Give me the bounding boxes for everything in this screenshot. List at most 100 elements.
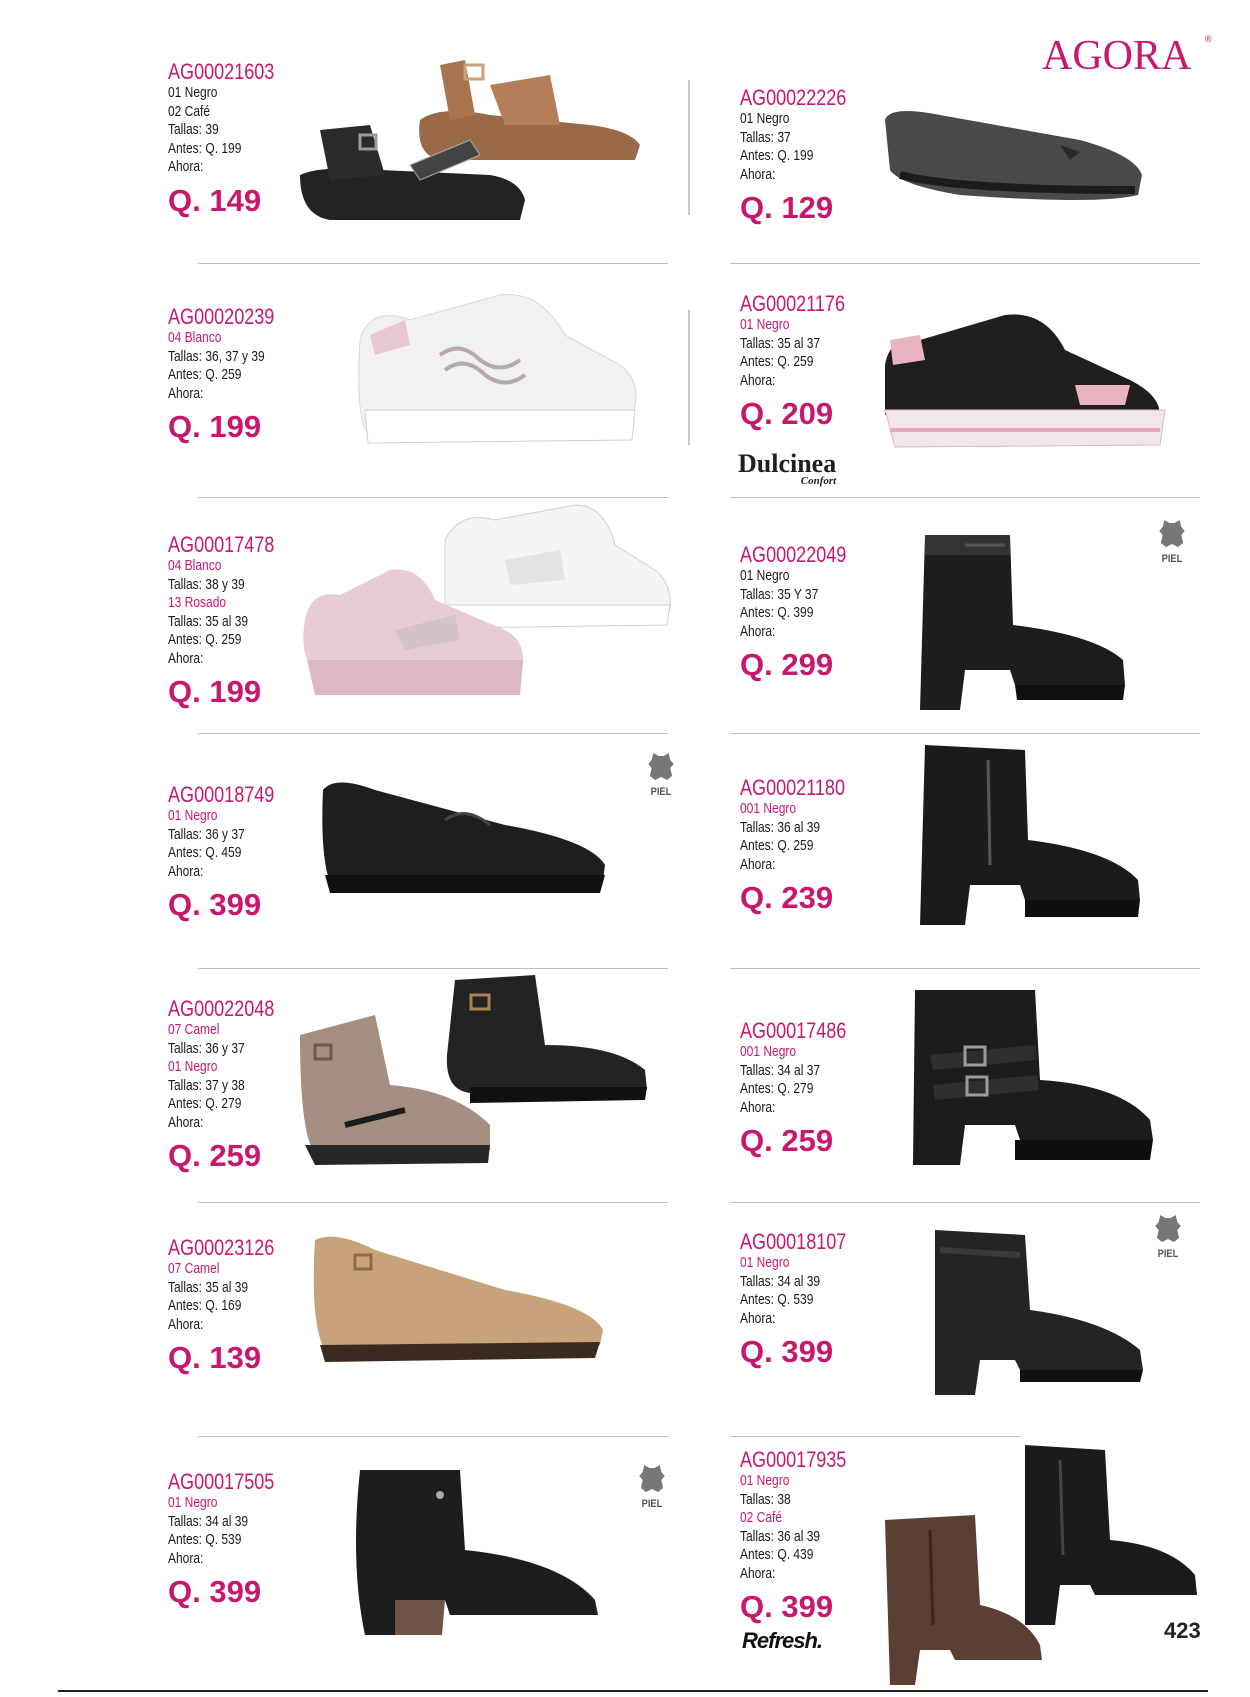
leather-hide-icon	[639, 1465, 665, 1492]
product-price: Q. 239	[740, 880, 834, 915]
product-card[interactable]: AG00017505 01 Negro Tallas: 34 al 39 Ant…	[168, 1470, 298, 1610]
sneaker-pair-image	[303, 504, 671, 695]
product-card[interactable]: AG00017935 01 Negro Tallas: 38 02 Café T…	[740, 1448, 870, 1625]
product-price: Q. 139	[168, 1340, 262, 1375]
product-price: Q. 129	[740, 190, 834, 225]
product-detail: 04 Blanco	[168, 557, 222, 574]
product-card[interactable]: AG00021176 01 Negro Tallas: 35 al 37 Ant…	[740, 292, 868, 432]
product-price: Q. 299	[740, 647, 834, 682]
leather-badge: PIEL	[1151, 1212, 1185, 1260]
product-detail: Ahora:	[168, 1315, 204, 1333]
product-detail: 01 Negro	[168, 1058, 218, 1075]
product-code: AG00021603	[168, 59, 275, 84]
product-detail: Ahora:	[168, 1113, 204, 1131]
product-detail: Ahora:	[740, 371, 776, 389]
product-code: AG00022049	[740, 542, 847, 567]
product-code: AG00022048	[168, 996, 275, 1021]
product-detail: 01 Negro	[740, 316, 790, 333]
row-separator	[730, 968, 1200, 969]
product-detail: Ahora:	[168, 158, 204, 175]
product-card[interactable]: AG00022226 01 Negro Tallas: 37 Antes: Q.…	[740, 86, 870, 226]
product-detail: Antes: Q. 399	[740, 604, 814, 621]
product-price: Q. 259	[740, 1123, 834, 1158]
ankle-boot-image	[920, 535, 1125, 710]
product-detail: Tallas: 38 y 39	[168, 575, 245, 593]
leather-hide-icon	[1159, 520, 1185, 547]
leather-label: PIEL	[650, 786, 672, 798]
brand-logo: AGORA	[1042, 33, 1192, 79]
product-detail: Ahora:	[740, 1564, 776, 1582]
product-detail: 01 Negro	[740, 1472, 790, 1489]
product-price: Q. 399	[740, 1334, 834, 1369]
product-card[interactable]: AG00017478 04 Blanco Tallas: 38 y 39 13 …	[168, 533, 298, 710]
product-detail: Tallas: 36, 37 y 39	[168, 347, 265, 365]
product-detail: 01 Negro	[168, 1494, 218, 1511]
product-detail: Tallas: 34 al 39	[740, 1272, 821, 1290]
dulcinea-logo: Dulcinea Confort	[738, 449, 837, 487]
leather-badge: PIEL	[635, 1462, 669, 1510]
row-separator	[198, 497, 668, 498]
product-card[interactable]: AG00018749 01 Negro Tallas: 36 y 37 Ante…	[168, 783, 298, 923]
product-detail: Ahora:	[740, 165, 776, 183]
row-separator	[198, 968, 668, 969]
product-detail: Ahora:	[740, 1309, 776, 1327]
product-price: Q. 399	[740, 1589, 834, 1624]
product-detail: Tallas: 36 al 39	[740, 818, 821, 836]
product-price: Q. 399	[168, 1574, 262, 1609]
column-divider	[688, 310, 690, 445]
product-code: AG00021176	[740, 291, 845, 316]
leather-hide-icon	[1155, 1215, 1181, 1242]
leather-label: PIEL	[1157, 1248, 1179, 1260]
product-detail: Tallas: 39	[168, 121, 219, 138]
product-detail: Ahora:	[740, 622, 776, 640]
product-detail: 01 Negro	[740, 110, 790, 127]
product-detail: Tallas: 35 al 39	[168, 612, 249, 630]
product-detail: Antes: Q. 259	[168, 366, 242, 383]
product-detail: 02 Café	[168, 102, 211, 120]
product-detail: 13 Rosado	[168, 594, 227, 611]
product-detail: Antes: Q. 459	[168, 844, 242, 861]
bottom-rule	[58, 1690, 1208, 1692]
product-code: AG00017486	[740, 1018, 847, 1043]
product-card[interactable]: AG00023126 07 Camel Tallas: 35 al 39 Ant…	[168, 1236, 298, 1376]
product-detail: Tallas: 38	[740, 1490, 791, 1508]
product-detail: Ahora:	[168, 384, 204, 402]
leather-badge: PIEL	[644, 750, 678, 798]
product-price: Q. 199	[168, 409, 262, 444]
product-detail: Antes: Q. 259	[740, 837, 814, 854]
product-detail: Tallas: 36 al 39	[740, 1527, 821, 1545]
product-detail: Tallas: 34 al 37	[740, 1061, 821, 1079]
product-card[interactable]: AG00021603 01 Negro 02 Café Tallas: 39 A…	[168, 60, 298, 219]
product-code: AG00017478	[168, 532, 275, 557]
product-detail: Antes: Q. 439	[740, 1546, 814, 1563]
product-card[interactable]: AG00018107 01 Negro Tallas: 34 al 39 Ant…	[740, 1230, 870, 1370]
refresh-logo: Refresh.	[742, 1628, 823, 1653]
product-detail: Tallas: 35 al 37	[740, 334, 821, 352]
short-boot-image	[935, 1230, 1143, 1395]
product-detail: Tallas: 37	[740, 128, 791, 146]
product-code: AG00018107	[740, 1229, 847, 1254]
boot-pair-image	[885, 1445, 1197, 1685]
product-detail: 07 Camel	[168, 1021, 220, 1038]
product-detail: Tallas: 36 y 37	[168, 1039, 245, 1057]
product-detail: Ahora:	[168, 862, 204, 880]
loafer-image	[322, 782, 605, 893]
product-detail: Antes: Q. 259	[168, 631, 242, 648]
dulcinea-logo-text: Dulcinea	[738, 449, 837, 478]
product-card[interactable]: AG00017486 001 Negro Tallas: 34 al 37 An…	[740, 1019, 870, 1159]
product-card[interactable]: AG00022048 07 Camel Tallas: 36 y 37 01 N…	[168, 997, 298, 1174]
product-price: Q. 149	[168, 182, 262, 218]
page-number: 423	[1164, 1618, 1201, 1643]
product-card[interactable]: AG00020239 04 Blanco Tallas: 36, 37 y 39…	[168, 305, 298, 445]
product-card[interactable]: AG00022049 01 Negro Tallas: 35 Y 37 Ante…	[740, 543, 870, 683]
product-detail: Antes: Q. 279	[740, 1080, 814, 1097]
product-detail: Antes: Q. 279	[168, 1095, 242, 1112]
row-separator	[198, 263, 668, 264]
product-card[interactable]: AG00021180 001 Negro Tallas: 36 al 39 An…	[740, 776, 868, 916]
product-detail: 01 Negro	[740, 567, 790, 584]
product-detail: 02 Café	[740, 1509, 783, 1526]
row-separator	[198, 1202, 668, 1203]
product-detail: Antes: Q. 199	[168, 139, 242, 157]
product-detail: Tallas: 35 al 39	[168, 1278, 249, 1296]
ankle-bootie-image	[356, 1470, 598, 1635]
